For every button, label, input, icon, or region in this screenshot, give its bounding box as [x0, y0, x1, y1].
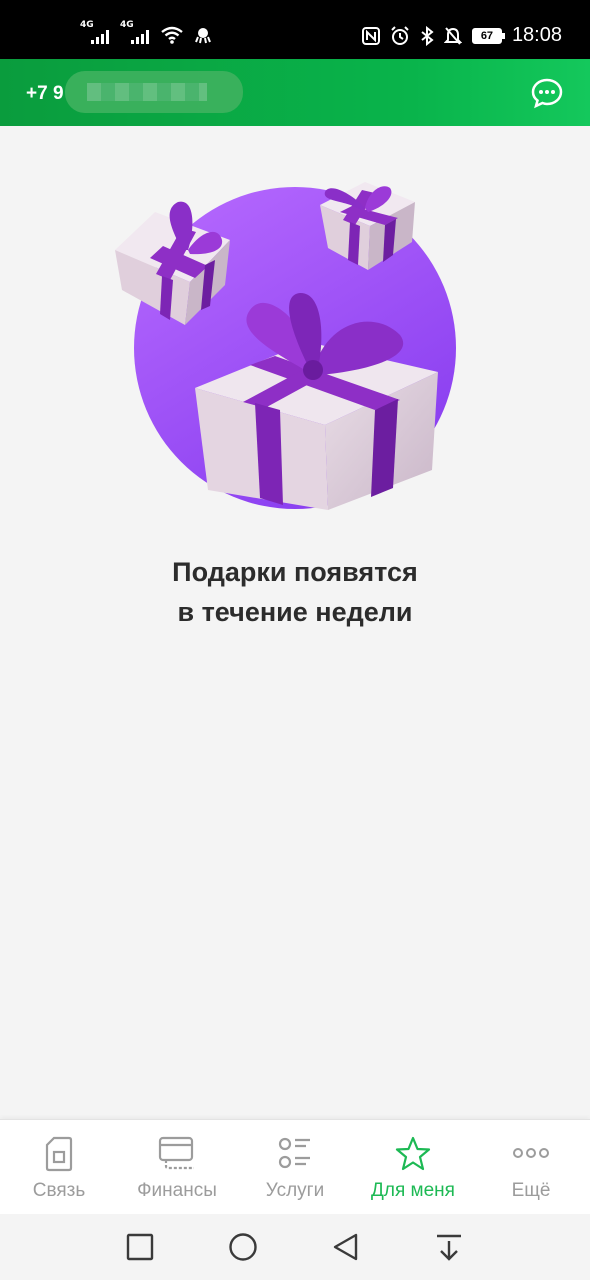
system-nav-bar: [0, 1214, 590, 1280]
gifts-illustration: [115, 182, 456, 510]
empty-state-line-2: в течение недели: [177, 597, 413, 627]
empty-state-message: Подарки появятся в течение недели: [0, 552, 590, 632]
notification-pull-icon[interactable]: [433, 1231, 465, 1263]
chat-icon[interactable]: [530, 77, 564, 109]
tab-label: Связь: [32, 1180, 86, 1201]
status-time: 18:08: [511, 24, 562, 46]
nfc-icon: [361, 26, 380, 45]
recents-square-icon[interactable]: [124, 1231, 156, 1263]
tab-label: Услуги: [265, 1180, 325, 1201]
network-type-label: 4G: [120, 20, 134, 30]
wifi-icon: [161, 26, 183, 44]
sim-card-icon: [45, 1136, 73, 1172]
card-icon: [158, 1136, 194, 1170]
back-triangle-icon[interactable]: [330, 1231, 362, 1263]
bluetooth-icon: [421, 25, 434, 46]
tab-label: Для меня: [371, 1180, 455, 1201]
redacted-phone-mask: [65, 71, 243, 113]
tab-label: Ещё: [511, 1180, 551, 1201]
more-dots-icon: [513, 1148, 549, 1158]
tab-uslugi[interactable]: Услуги: [236, 1120, 354, 1214]
status-bar: 4G 4G 67 18:08: [0, 0, 590, 59]
bottom-tab-bar: Связь Финансы Услуги Для меня Ещё: [0, 1119, 590, 1214]
app-header: +7 9: [0, 59, 590, 126]
tab-dlya-menya[interactable]: Для меня: [354, 1120, 472, 1214]
services-list-icon: [278, 1137, 310, 1169]
tab-svyaz[interactable]: Связь: [0, 1120, 118, 1214]
battery-indicator: 67: [471, 27, 505, 44]
network-type-label: 4G: [80, 20, 94, 30]
notification-app-icon: [195, 28, 211, 44]
star-icon: [395, 1136, 431, 1171]
home-circle-icon[interactable]: [227, 1231, 259, 1263]
tab-eshche[interactable]: Ещё: [472, 1120, 590, 1214]
empty-state-line-1: Подарки появятся: [172, 557, 418, 587]
phone-number: +7 9: [26, 83, 64, 104]
tab-label: Финансы: [137, 1180, 217, 1201]
mute-bell-icon: [443, 26, 462, 45]
alarm-icon: [391, 25, 409, 45]
cellular-signal-2-icon: 4G: [120, 20, 150, 44]
tab-finansy[interactable]: Финансы: [118, 1120, 236, 1214]
cellular-signal-1-icon: 4G: [80, 20, 110, 44]
